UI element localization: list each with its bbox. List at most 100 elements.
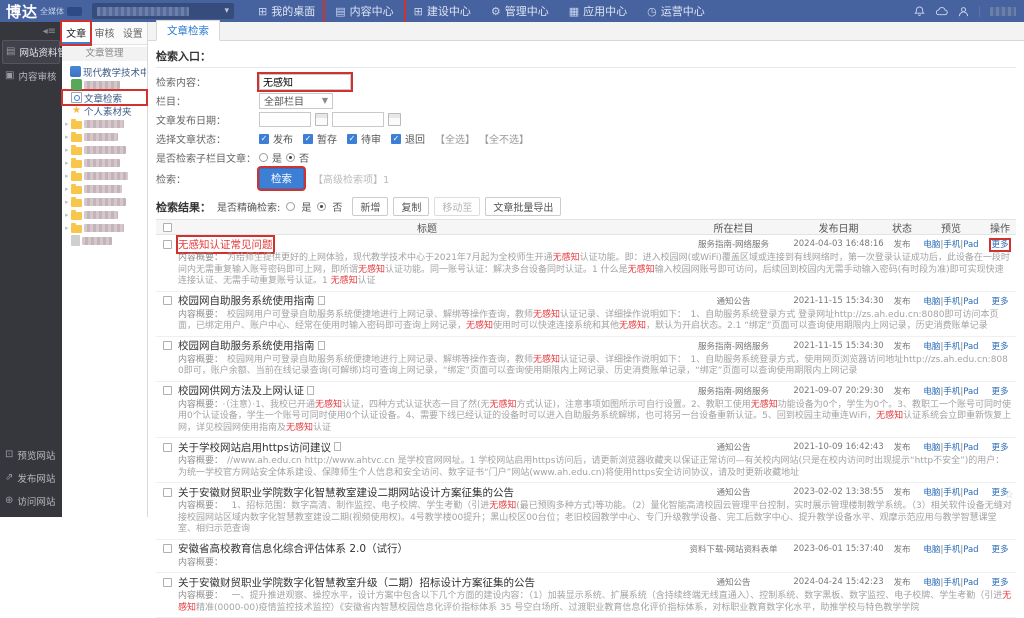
sidebar-item-内容审核[interactable]: ▣内容审核: [2, 65, 60, 87]
preview-link-电脑[interactable]: 电脑: [923, 387, 940, 397]
preview-link-手机[interactable]: 手机: [943, 240, 960, 250]
preview-link-手机[interactable]: 手机: [943, 578, 960, 588]
tree-item[interactable]: ▸: [63, 221, 146, 234]
status-checkbox-待审[interactable]: ✓: [347, 134, 357, 144]
menu-item-运营中心[interactable]: ◷运营中心: [637, 0, 715, 22]
tree-item[interactable]: ▸: [63, 169, 146, 182]
row-checkbox[interactable]: [163, 240, 172, 249]
preview-link-手机[interactable]: 手机: [943, 387, 960, 397]
row-checkbox[interactable]: [163, 488, 172, 497]
preview-link-Pad[interactable]: Pad: [963, 545, 978, 555]
tree-tab-文章[interactable]: 文章: [62, 22, 90, 44]
sub-yes-radio[interactable]: [259, 153, 268, 162]
tree-item[interactable]: 文章检索: [63, 91, 146, 104]
row-checkbox[interactable]: [163, 341, 172, 350]
preview-link-电脑[interactable]: 电脑: [923, 578, 940, 588]
tree-item[interactable]: ▸: [63, 117, 146, 130]
bell-icon[interactable]: [914, 6, 925, 17]
status-checkbox-暂存[interactable]: ✓: [303, 134, 313, 144]
tree-item[interactable]: ★个人素材夹: [63, 104, 146, 117]
preview-link-Pad[interactable]: Pad: [963, 240, 978, 250]
more-actions-link[interactable]: 更多: [991, 387, 1008, 397]
results-button-复制[interactable]: 复制: [393, 197, 429, 216]
tab-article-search[interactable]: 文章检索: [156, 20, 220, 41]
menu-item-应用中心[interactable]: ▦应用中心: [559, 0, 637, 22]
more-actions-link[interactable]: 更多: [991, 443, 1008, 453]
date-to-input[interactable]: [332, 112, 384, 127]
article-title-link[interactable]: 校园网自助服务系统使用指南: [178, 338, 315, 353]
preview-link-手机[interactable]: 手机: [943, 545, 960, 555]
sidebar-item-预览网站[interactable]: ⊡预览网站: [2, 444, 60, 466]
more-actions-link[interactable]: 更多: [991, 240, 1008, 250]
search-content-input[interactable]: [259, 74, 351, 90]
menu-item-内容中心[interactable]: ▤内容中心: [325, 0, 403, 22]
more-actions-link[interactable]: 更多: [991, 545, 1008, 555]
preview-link-Pad[interactable]: Pad: [963, 387, 978, 397]
tree-tab-审核[interactable]: 审核: [90, 22, 118, 44]
sidebar-collapse-icon[interactable]: ◂≡: [0, 22, 62, 39]
select-all-link[interactable]: 【全选】: [435, 131, 475, 146]
search-button[interactable]: 检索: [259, 168, 304, 189]
tree-item[interactable]: ▸: [63, 195, 146, 208]
tree-item[interactable]: ▸: [63, 156, 146, 169]
more-actions-link[interactable]: 更多: [991, 297, 1008, 307]
preview-link-手机[interactable]: 手机: [943, 342, 960, 352]
article-title-link[interactable]: 安徽省高校教育信息化综合评估体系 2.0（试行）: [178, 541, 408, 556]
preview-link-电脑[interactable]: 电脑: [923, 240, 940, 250]
preview-link-电脑[interactable]: 电脑: [923, 545, 940, 555]
calendar-icon[interactable]: [388, 113, 401, 126]
sidebar-item-发布网站[interactable]: ⇗发布网站: [2, 467, 60, 489]
article-title-link[interactable]: 关于安徽财贸职业学院数字化智慧教室建设二期网站设计方案征集的公告: [178, 485, 514, 500]
preview-link-电脑[interactable]: 电脑: [923, 342, 940, 352]
status-checkbox-发布[interactable]: ✓: [259, 134, 269, 144]
select-all-checkbox[interactable]: [163, 223, 172, 232]
tree-item[interactable]: ▸: [63, 130, 146, 143]
tree-item[interactable]: [63, 234, 146, 247]
select-none-link[interactable]: 【全不选】: [479, 131, 529, 146]
article-title-link[interactable]: 关于安徽财贸职业学院数字化智慧教室升级（二期）招标设计方案征集的公告: [178, 575, 535, 590]
tree-item[interactable]: [63, 78, 146, 91]
sub-no-radio[interactable]: [286, 153, 295, 162]
date-from-input[interactable]: [259, 112, 311, 127]
row-checkbox[interactable]: [163, 386, 172, 395]
menu-item-我的桌面[interactable]: ⊞我的桌面: [248, 0, 325, 22]
tree-item[interactable]: ▸: [63, 208, 146, 221]
preview-link-Pad[interactable]: Pad: [963, 443, 978, 453]
calendar-icon[interactable]: [315, 113, 328, 126]
menu-item-管理中心[interactable]: ⚙管理中心: [481, 0, 559, 22]
results-button-文章批量导出[interactable]: 文章批量导出: [485, 197, 561, 216]
preview-link-Pad[interactable]: Pad: [963, 578, 978, 588]
results-button-新增[interactable]: 新增: [352, 197, 388, 216]
preview-link-手机[interactable]: 手机: [943, 488, 960, 498]
row-checkbox[interactable]: [163, 578, 172, 587]
tree-item[interactable]: ▸: [63, 143, 146, 156]
menu-item-建设中心[interactable]: ⊞建设中心: [404, 0, 481, 22]
site-selector-dropdown[interactable]: ▾: [92, 3, 234, 19]
sidebar-item-网站资料管理[interactable]: ▤网站资料管理: [2, 40, 60, 64]
status-checkbox-退回[interactable]: ✓: [391, 134, 401, 144]
user-icon[interactable]: [958, 6, 969, 17]
preview-link-手机[interactable]: 手机: [943, 443, 960, 453]
column-select[interactable]: 全部栏目▼: [259, 93, 333, 109]
preview-link-电脑[interactable]: 电脑: [923, 297, 940, 307]
precise-no-radio[interactable]: [317, 202, 326, 211]
advanced-search-hint[interactable]: 【高级检索项】1: [313, 171, 389, 186]
tree-tab-设置[interactable]: 设置: [119, 22, 147, 44]
article-title-link[interactable]: 关于学校网站启用https访问建议: [178, 440, 331, 455]
article-title-link[interactable]: 无感知认证常见问题: [178, 237, 273, 252]
tree-item[interactable]: 现代教学技术中心: [63, 65, 146, 78]
preview-link-Pad[interactable]: Pad: [963, 488, 978, 498]
more-actions-link[interactable]: 更多: [991, 578, 1008, 588]
tree-item[interactable]: ▸: [63, 182, 146, 195]
row-checkbox[interactable]: [163, 544, 172, 553]
sidebar-item-访问网站[interactable]: ⊕访问网站: [2, 490, 60, 512]
preview-link-电脑[interactable]: 电脑: [923, 488, 940, 498]
cloud-icon[interactable]: [935, 6, 948, 16]
preview-link-Pad[interactable]: Pad: [963, 342, 978, 352]
article-title-link[interactable]: 校园网供网方法及上网认证: [178, 383, 304, 398]
preview-link-电脑[interactable]: 电脑: [923, 443, 940, 453]
preview-link-手机[interactable]: 手机: [943, 297, 960, 307]
article-title-link[interactable]: 校园网自助服务系统使用指南: [178, 293, 315, 308]
preview-link-Pad[interactable]: Pad: [963, 297, 978, 307]
more-actions-link[interactable]: 更多: [991, 342, 1008, 352]
